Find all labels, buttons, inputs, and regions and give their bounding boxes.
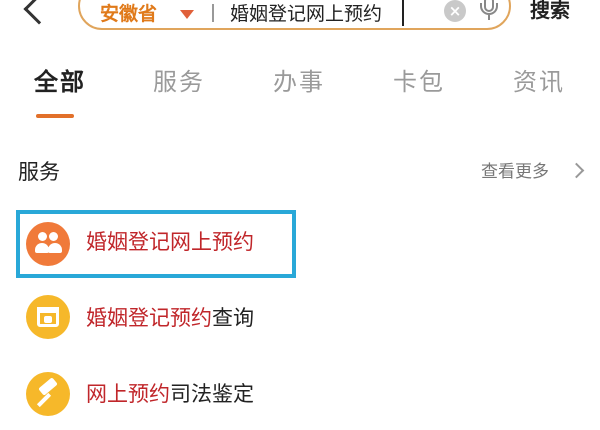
people-icon bbox=[26, 222, 70, 266]
see-more-link[interactable]: 查看更多 bbox=[481, 160, 549, 184]
microphone-icon[interactable] bbox=[478, 0, 500, 26]
search-input[interactable]: 婚姻登记网上预约 bbox=[230, 2, 382, 26]
tab-cards[interactable]: 卡包 bbox=[393, 66, 445, 98]
gavel-icon bbox=[26, 372, 70, 416]
active-tab-indicator bbox=[36, 114, 74, 118]
search-button[interactable]: 搜索 bbox=[530, 0, 570, 24]
section-title: 服务 bbox=[18, 160, 60, 184]
search-bar[interactable]: 安徽省 婚姻登记网上预约 × bbox=[78, 0, 511, 30]
calendar-heart-icon bbox=[26, 295, 70, 339]
tab-services[interactable]: 服务 bbox=[153, 66, 205, 98]
result-label: 婚姻登记预约查询 bbox=[86, 304, 254, 332]
tab-all[interactable]: 全部 bbox=[34, 66, 86, 98]
result-item[interactable]: 婚姻登记网上预约 bbox=[16, 210, 296, 278]
region-selector[interactable]: 安徽省 bbox=[100, 2, 157, 26]
divider bbox=[212, 4, 214, 22]
result-item[interactable]: 婚姻登记预约查询 bbox=[16, 290, 596, 352]
result-item[interactable]: 网上预约司法鉴定 bbox=[16, 368, 596, 430]
result-label-rest: 查询 bbox=[212, 306, 254, 330]
top-bar: 安徽省 婚姻登记网上预约 × 搜索 bbox=[0, 0, 600, 50]
chevron-left-icon[interactable] bbox=[23, 0, 55, 25]
tab-bar: 全部 服务 办事 卡包 资讯 bbox=[0, 60, 600, 120]
tab-affairs[interactable]: 办事 bbox=[273, 66, 325, 98]
result-label-match: 网上预约 bbox=[86, 382, 170, 406]
result-label: 婚姻登记网上预约 bbox=[86, 230, 254, 254]
result-label-match: 婚姻登记预约 bbox=[86, 306, 212, 330]
result-label: 网上预约司法鉴定 bbox=[86, 380, 254, 408]
caret-down-icon[interactable] bbox=[180, 10, 194, 19]
clear-icon[interactable]: × bbox=[444, 0, 466, 22]
result-label-rest: 司法鉴定 bbox=[170, 382, 254, 406]
chevron-right-icon[interactable] bbox=[568, 162, 585, 179]
tab-news[interactable]: 资讯 bbox=[513, 66, 565, 98]
text-cursor bbox=[402, 0, 404, 26]
